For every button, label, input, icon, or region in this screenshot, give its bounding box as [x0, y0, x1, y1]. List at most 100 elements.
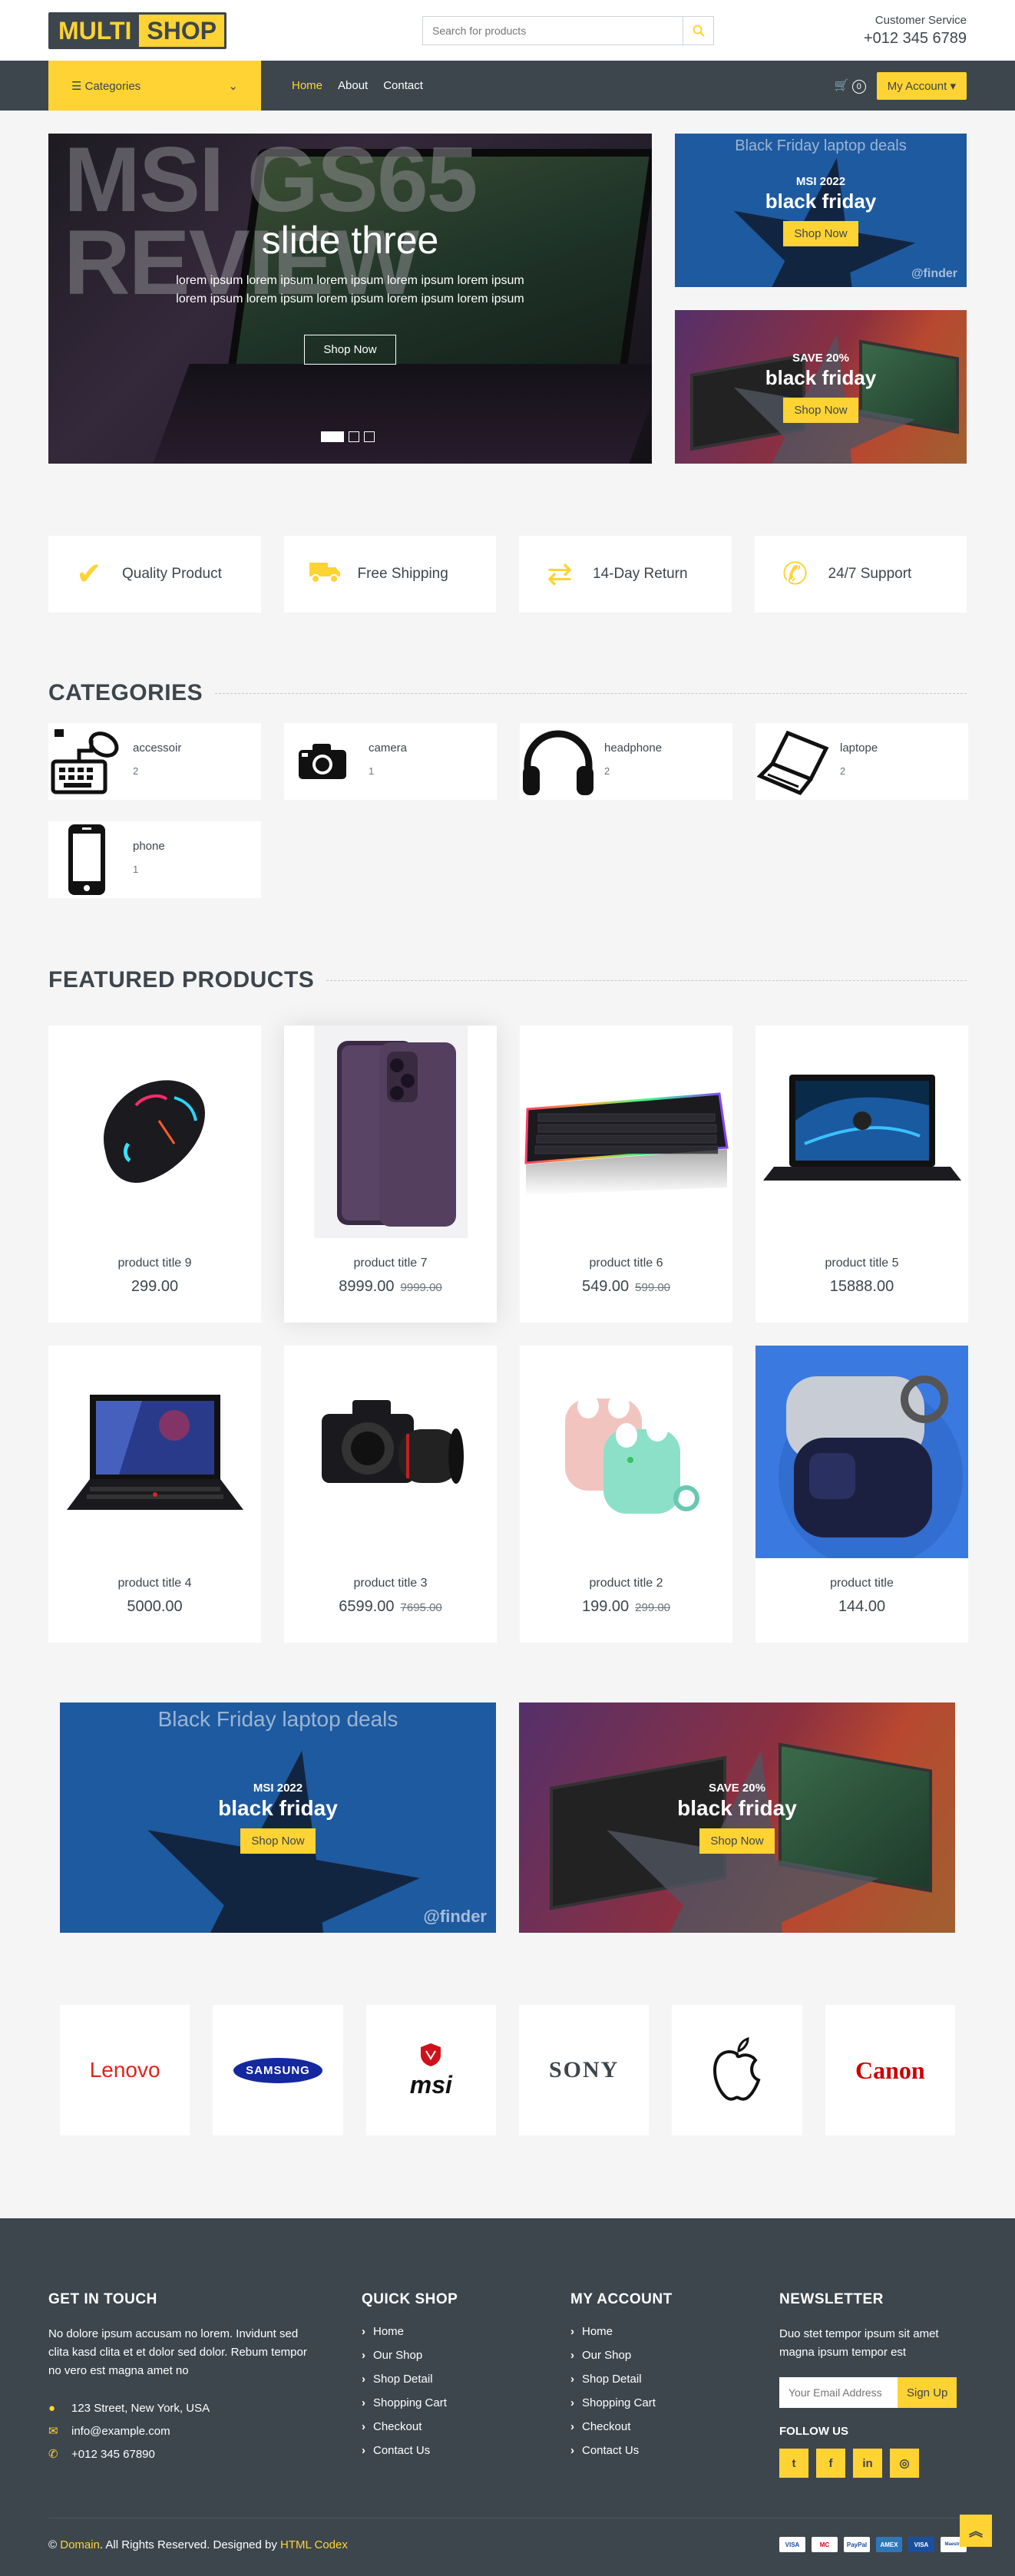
map-marker-icon: ●	[48, 2402, 56, 2415]
promo-offer[interactable]: SAVE 20% black friday Shop Now	[675, 310, 967, 464]
footer-link[interactable]: Our Shop	[362, 2349, 570, 2362]
categories-title: CATEGORIES	[0, 680, 1015, 706]
vendor-logo-samsung[interactable]: SAMSUNG	[213, 2005, 343, 2135]
search-input[interactable]	[423, 16, 683, 45]
product-card[interactable]: product title 9 299.00	[48, 1025, 261, 1323]
categories-label: Categories	[84, 79, 141, 93]
msi-laptop-image	[755, 1025, 968, 1238]
categories-toggle[interactable]: ☰ Categories ⌄	[48, 61, 261, 111]
instagram-icon[interactable]: ◎	[890, 2449, 919, 2478]
hero-carousel[interactable]: MSI GS65 REVIEW slide three lorem ipsum l…	[48, 134, 652, 464]
promo-offer[interactable]: Black Friday laptop deals MSI 2022 black…	[675, 134, 967, 287]
back-to-top-button[interactable]: ︽	[960, 2515, 992, 2547]
carousel-shop-button[interactable]: Shop Now	[304, 335, 396, 365]
finder-logo: @finder	[911, 267, 957, 280]
cart-icon: 🛒	[834, 78, 849, 92]
product-card[interactable]: product title 144.00	[755, 1346, 968, 1643]
nav-contact[interactable]: Contact	[383, 79, 423, 92]
carousel-indicators	[321, 431, 375, 442]
promo-column: Black Friday laptop deals MSI 2022 black…	[675, 134, 967, 464]
chevron-down-icon: ⌄	[228, 79, 238, 93]
product-card[interactable]: product title 3 6599.00 7695.00	[284, 1346, 497, 1643]
footer-link[interactable]: Contact Us	[570, 2444, 779, 2457]
footer-quick-shop: QUICK SHOP Home Our Shop Shop Detail Sho…	[362, 2291, 570, 2478]
designer-link[interactable]: HTML Codex	[280, 2538, 348, 2551]
check-icon: ✔	[76, 557, 102, 591]
newsletter-form: Sign Up	[779, 2377, 967, 2408]
category-item[interactable]: laptope 2	[755, 723, 968, 800]
offer-shop-button[interactable]: Shop Now	[240, 1828, 316, 1854]
laptop-icon	[755, 723, 832, 800]
footer-link[interactable]: Shop Detail	[362, 2373, 570, 2386]
vendor-carousel: Lenovo SAMSUNG msi SONY Canon	[0, 2005, 1015, 2135]
footer-link[interactable]: Shopping Cart	[362, 2396, 570, 2409]
footer-my-account: MY ACCOUNT Home Our Shop Shop Detail Sho…	[570, 2291, 779, 2478]
airpods-pro-image	[755, 1346, 968, 1558]
visa-icon: VISA	[779, 2537, 805, 2552]
footer-link[interactable]: Shop Detail	[570, 2373, 779, 2386]
categories-grid: accessoir 2 camera 1 headphone 2 laptope 2 p…	[0, 723, 1015, 898]
phone-volume-icon: ✆	[782, 557, 808, 591]
promo-shop-button[interactable]: Shop Now	[783, 397, 858, 423]
category-item[interactable]: headphone 2	[520, 723, 732, 800]
vendor-logo-lenovo[interactable]: Lenovo	[60, 2005, 190, 2135]
social-links: t f in ◎	[779, 2449, 967, 2478]
category-item[interactable]: accessoir 2	[48, 723, 261, 800]
vendor-logo-sony[interactable]: SONY	[518, 2005, 650, 2135]
vendor-logo-apple[interactable]	[672, 2005, 802, 2135]
footer-link[interactable]: Home	[362, 2325, 570, 2338]
footer-link[interactable]: Checkout	[362, 2420, 570, 2433]
cart-button[interactable]: 🛒 0	[835, 78, 866, 94]
promo-shop-button[interactable]: Shop Now	[783, 220, 858, 246]
finder-logo: @finder	[423, 1907, 487, 1926]
visa-icon: VISA	[908, 2537, 934, 2552]
nav-about[interactable]: About	[338, 79, 368, 92]
offer-banner[interactable]: Black Friday laptop deals MSI 2022 black…	[60, 1702, 496, 1933]
mastercard-icon: MC	[812, 2537, 838, 2552]
feature-item: ✆ 24/7 Support	[754, 536, 967, 613]
customer-service: Customer Service +012 345 6789	[864, 14, 967, 48]
product-card[interactable]: product title 4 5000.00	[48, 1346, 261, 1643]
carousel-dot[interactable]	[349, 431, 359, 442]
vendor-logo-msi[interactable]: msi	[365, 2005, 496, 2135]
facebook-icon[interactable]: f	[816, 2449, 845, 2478]
domain-link[interactable]: Domain	[60, 2538, 100, 2551]
footer-bottom: © Domain. All Rights Reserved. Designed …	[48, 2518, 967, 2552]
product-card[interactable]: product title 6 549.00 599.00	[520, 1025, 732, 1323]
thinkpad-image	[48, 1346, 261, 1558]
category-item[interactable]: phone 1	[48, 821, 261, 898]
search-icon	[693, 25, 705, 37]
linkedin-icon[interactable]: in	[853, 2449, 882, 2478]
search-button[interactable]	[683, 16, 713, 45]
sign-up-button[interactable]: Sign Up	[898, 2377, 957, 2408]
logo[interactable]: MULTI SHOP	[48, 12, 227, 49]
camera-icon	[284, 723, 361, 800]
product-card[interactable]: product title 7 8999.00 9999.00	[284, 1025, 497, 1323]
twitter-icon[interactable]: t	[779, 2449, 808, 2478]
footer-link[interactable]: Shopping Cart	[570, 2396, 779, 2409]
footer-link[interactable]: Contact Us	[362, 2444, 570, 2457]
copyright: © Domain. All Rights Reserved. Designed …	[48, 2538, 348, 2551]
canon-camera-image	[284, 1346, 497, 1558]
carousel-dot[interactable]	[364, 431, 375, 442]
hero-section: MSI GS65 REVIEW slide three lorem ipsum l…	[0, 111, 1015, 464]
carousel-title: slide three	[261, 219, 439, 262]
nav-home[interactable]: Home	[292, 79, 322, 92]
main-menu: Home About Contact	[292, 79, 835, 92]
carousel-dot[interactable]	[321, 431, 344, 442]
phone-icon	[48, 821, 125, 898]
footer-link[interactable]: Our Shop	[570, 2349, 779, 2362]
offer-shop-button[interactable]: Shop Now	[699, 1828, 775, 1854]
bars-icon: ☰	[71, 79, 82, 93]
footer-link[interactable]: Checkout	[570, 2420, 779, 2433]
footer-link[interactable]: Home	[570, 2325, 779, 2338]
product-card[interactable]: product title 2 199.00 299.00	[520, 1346, 732, 1643]
my-account-button[interactable]: My Account ▾	[876, 71, 967, 100]
newsletter-email-input[interactable]	[779, 2377, 898, 2408]
vendor-logo-canon[interactable]: Canon	[825, 2005, 955, 2135]
offers-section: Black Friday laptop deals MSI 2022 black…	[0, 1702, 1015, 1933]
offer-banner[interactable]: SAVE 20% black friday Shop Now	[519, 1702, 955, 1933]
keyboard-mouse-icon	[48, 723, 125, 800]
product-card[interactable]: product title 5 15888.00	[755, 1025, 968, 1323]
category-item[interactable]: camera 1	[284, 723, 497, 800]
